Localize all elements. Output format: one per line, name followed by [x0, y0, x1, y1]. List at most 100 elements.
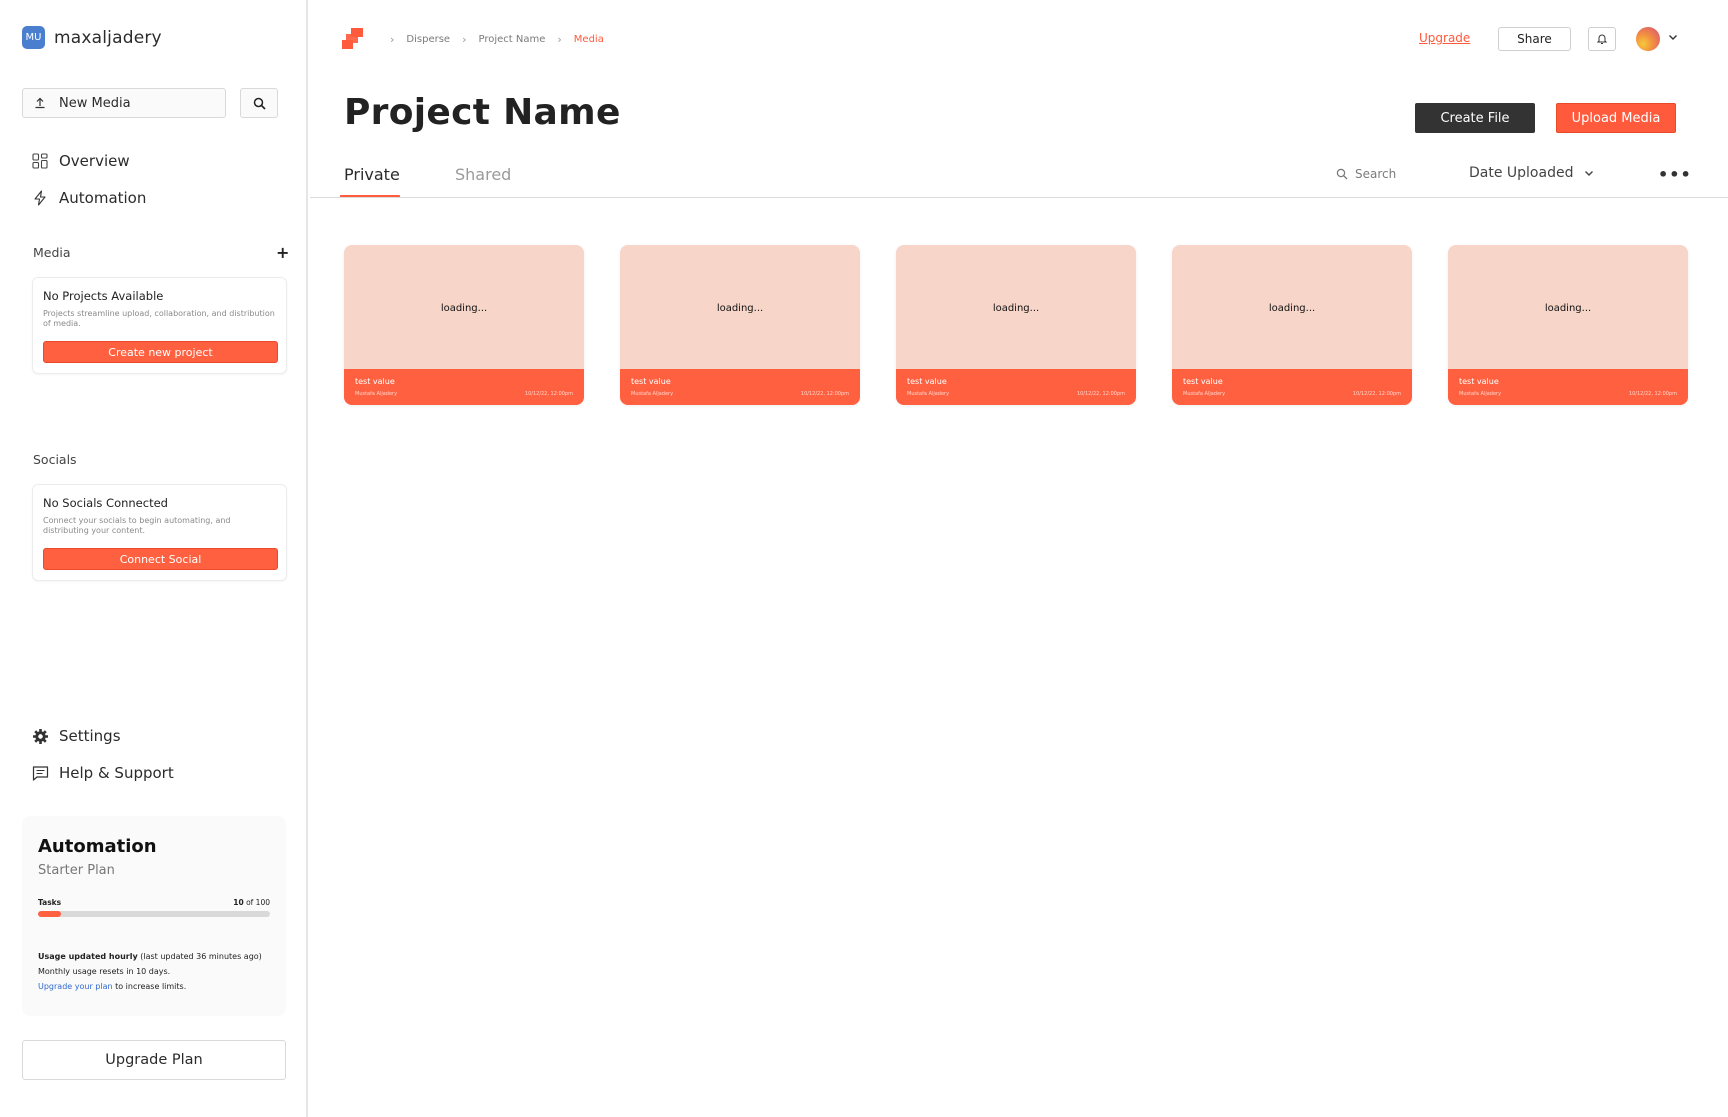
sidebar-item-label: Settings — [59, 727, 121, 745]
chevron-down-icon[interactable] — [1667, 31, 1679, 43]
workspace-switcher[interactable]: MU maxaljadery — [22, 26, 162, 49]
new-media-button[interactable]: New Media — [22, 88, 226, 118]
tasks-used: 10 — [233, 898, 244, 907]
usage-note-rest: (last updated 36 minutes ago) — [137, 952, 262, 961]
loading-text: loading... — [992, 303, 1040, 314]
breadcrumb-current[interactable]: Media — [574, 34, 604, 45]
sidebar-item-help-support[interactable]: Help & Support — [32, 764, 174, 782]
sidebar-search-button[interactable] — [240, 88, 278, 118]
media-search-input[interactable]: Search — [1336, 167, 1396, 181]
card-date: 10/12/22, 12:00pm — [1352, 391, 1401, 397]
create-new-project-button[interactable]: Create new project — [43, 341, 278, 363]
empty-description: Projects streamline upload, collaboratio… — [43, 309, 275, 328]
card-author: Mustafa Aljadery — [907, 391, 950, 397]
card-title: test value — [907, 377, 947, 386]
upload-icon — [35, 97, 45, 109]
loading-text: loading... — [716, 303, 764, 314]
upload-media-button[interactable]: Upload Media — [1556, 103, 1676, 133]
empty-title: No Projects Available — [43, 289, 164, 303]
breadcrumb-item[interactable]: Disperse — [406, 34, 450, 45]
card-footer: test value Mustafa Aljadery 10/12/22, 12:… — [344, 369, 584, 405]
sidebar: MU maxaljadery New Media Overview Automa… — [0, 0, 308, 1117]
tasks-total: of 100 — [246, 898, 270, 907]
empty-description: Connect your socials to begin automating… — [43, 516, 231, 535]
card-title: test value — [1183, 377, 1223, 386]
chevron-right-icon: › — [557, 32, 562, 46]
usage-note: Usage updated hourly (last updated 36 mi… — [38, 949, 270, 994]
create-file-button[interactable]: Create File — [1415, 103, 1535, 133]
sidebar-item-label: Overview — [59, 152, 130, 170]
card-date: 10/12/22, 12:00pm — [524, 391, 573, 397]
avatar[interactable] — [1636, 27, 1660, 51]
sidebar-item-settings[interactable]: Settings — [32, 727, 121, 745]
breadcrumb: › Disperse › Project Name › Media — [342, 28, 604, 50]
loading-text: loading... — [1544, 303, 1592, 314]
media-empty-state: No Projects Available Projects streamlin… — [32, 277, 287, 374]
usage-title: Automation — [38, 836, 157, 857]
chevron-right-icon: › — [462, 32, 467, 46]
card-author: Mustafa Aljadery — [355, 391, 398, 397]
card-date: 10/12/22, 12:00pm — [800, 391, 849, 397]
disperse-logo-icon[interactable] — [342, 28, 364, 50]
sort-dropdown[interactable]: Date Uploaded — [1469, 165, 1595, 181]
card-date: 10/12/22, 12:00pm — [1076, 391, 1125, 397]
breadcrumb-item[interactable]: Project Name — [478, 34, 545, 45]
chat-icon — [32, 765, 49, 782]
tasks-label: Tasks — [38, 898, 62, 907]
bell-icon — [1596, 34, 1608, 44]
card-title: test value — [1459, 377, 1499, 386]
sidebar-item-overview[interactable]: Overview — [32, 152, 130, 170]
socials-empty-state: No Socials Connected Connect your social… — [32, 484, 287, 581]
upgrade-link[interactable]: Upgrade — [1419, 31, 1470, 45]
media-card[interactable]: loading... test value Mustafa Aljadery 10… — [1172, 245, 1412, 405]
loading-text: loading... — [1268, 303, 1316, 314]
username: maxaljadery — [54, 27, 162, 48]
chevron-right-icon: › — [390, 32, 395, 46]
gear-icon — [32, 728, 49, 745]
empty-title: No Socials Connected — [43, 496, 168, 510]
tasks-progress-bar — [38, 911, 270, 917]
chevron-down-icon — [1585, 171, 1594, 176]
tasks-progress-fill — [38, 911, 62, 917]
connect-social-button[interactable]: Connect Social — [43, 548, 278, 570]
more-options-icon[interactable]: ••• — [1658, 165, 1692, 184]
media-card[interactable]: loading... test value Mustafa Aljadery 10… — [620, 245, 860, 405]
card-date: 10/12/22, 12:00pm — [1628, 391, 1677, 397]
page-title: Project Name — [344, 92, 621, 133]
usage-link-rest: to increase limits. — [112, 982, 187, 991]
tab-shared[interactable]: Shared — [455, 165, 511, 184]
sidebar-item-automation[interactable]: Automation — [32, 189, 146, 207]
media-card[interactable]: loading... test value Mustafa Aljadery 10… — [1448, 245, 1688, 405]
card-author: Mustafa Aljadery — [1183, 391, 1226, 397]
upgrade-your-plan-link[interactable]: Upgrade your plan — [38, 982, 113, 991]
card-footer: test value Mustafa Aljadery 10/12/22, 12:… — [896, 369, 1136, 405]
card-footer: test value Mustafa Aljadery 10/12/22, 12:… — [1172, 369, 1412, 405]
socials-section-label: Socials — [33, 452, 77, 467]
media-card[interactable]: loading... test value Mustafa Aljadery 10… — [896, 245, 1136, 405]
usage-card: Automation Starter Plan Tasks 10 of 100 … — [22, 816, 286, 1016]
tasks-count: 10 of 100 — [233, 898, 270, 907]
loading-text: loading... — [440, 303, 488, 314]
new-media-label: New Media — [59, 95, 131, 111]
card-title: test value — [631, 377, 671, 386]
add-media-icon[interactable]: + — [276, 243, 289, 262]
card-author: Mustafa Aljadery — [1459, 391, 1502, 397]
search-placeholder: Search — [1355, 167, 1397, 181]
upgrade-plan-button[interactable]: Upgrade Plan — [22, 1040, 286, 1080]
share-button[interactable]: Share — [1498, 27, 1571, 51]
media-card[interactable]: loading... test value Mustafa Aljadery 10… — [344, 245, 584, 405]
usage-plan: Starter Plan — [38, 863, 115, 878]
card-author: Mustafa Aljadery — [631, 391, 674, 397]
card-footer: test value Mustafa Aljadery 10/12/22, 12:… — [1448, 369, 1688, 405]
lightning-icon — [32, 189, 49, 207]
notifications-button[interactable] — [1588, 27, 1616, 51]
tab-private[interactable]: Private — [344, 165, 400, 184]
grid-icon — [32, 152, 49, 170]
card-footer: test value Mustafa Aljadery 10/12/22, 12:… — [620, 369, 860, 405]
search-icon — [1336, 168, 1348, 180]
usage-reset-note: Monthly usage resets in 10 days. — [38, 967, 171, 976]
sidebar-item-label: Help & Support — [59, 764, 174, 782]
media-grid: loading... test value Mustafa Aljadery 10… — [344, 245, 1688, 405]
card-title: test value — [355, 377, 395, 386]
tabs-divider — [310, 197, 1728, 198]
